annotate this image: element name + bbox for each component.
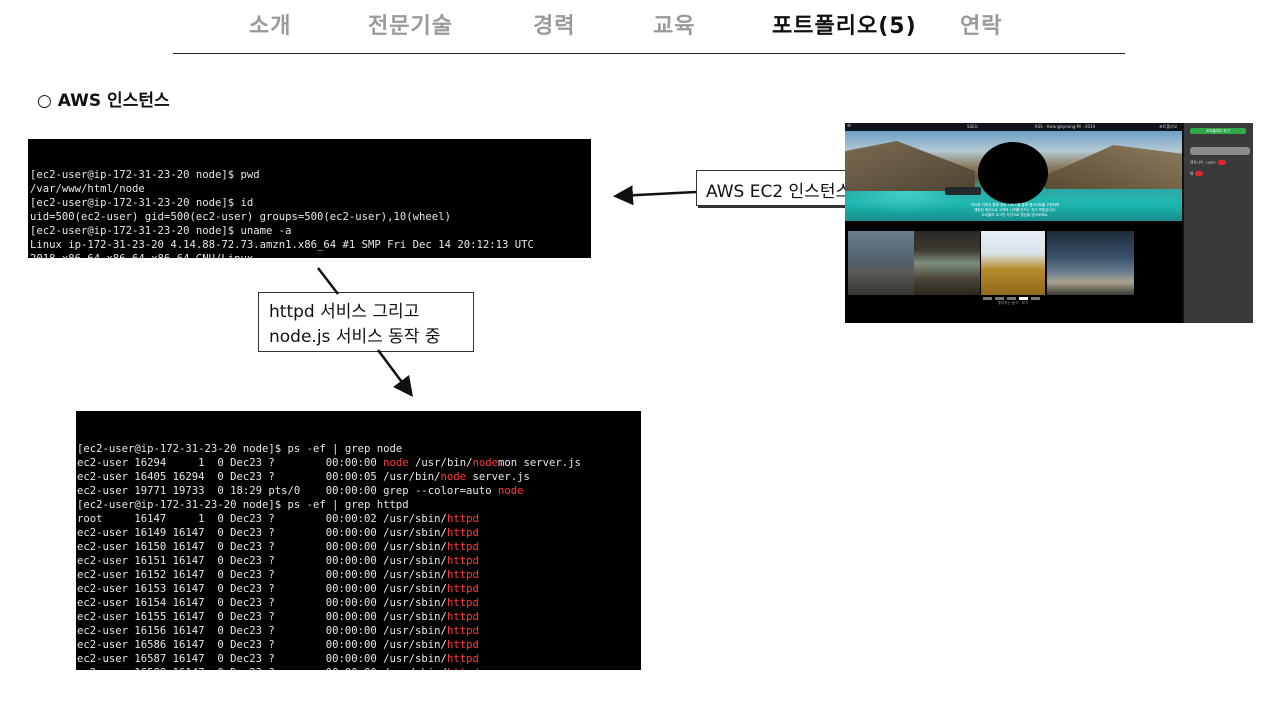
terminal-bottom-line: [ec2-user@ip-172-31-23-20 node]$ ps -ef … — [77, 442, 640, 456]
mini-dot — [1031, 297, 1040, 300]
mini-hero-caption: 하이퍼 이미지 통합 생성 서비스를 통해 웹사이트를 구현하며 제한된 예산으… — [955, 203, 1075, 218]
mini-gallery: 좋아하는 음식 · 보기 — [845, 221, 1182, 323]
terminal-highlight: httpd — [446, 569, 479, 581]
terminal-highlight: node — [383, 457, 409, 469]
terminal-highlight: node — [440, 471, 467, 483]
mini-add-button: 포트폴리오 추가 — [1190, 128, 1246, 134]
mini-badge — [1217, 160, 1226, 165]
mini-mountain-right — [1045, 145, 1182, 189]
terminal-text: ec2-user 16294 1 0 Dec23 ? 00:00:00 — [77, 457, 384, 469]
mini-thumb-3 — [981, 231, 1045, 295]
terminal-bottom-line: ec2-user 16588 16147 0 Dec23 ? 00:00:00 … — [77, 666, 640, 670]
mini-thumb-1 — [848, 231, 914, 295]
terminal-text: root 16147 1 0 Dec23 ? 00:00:02 /usr/sbi… — [77, 513, 447, 525]
terminal-text: /usr/bin/ — [408, 457, 473, 469]
terminal-text: ec2-user 16149 16147 0 Dec23 ? 00:00:00 … — [77, 527, 447, 539]
mini-carousel-dots — [981, 297, 1045, 300]
terminal-bottom-line: ec2-user 16587 16147 0 Dec23 ? 00:00:00 … — [77, 652, 640, 666]
terminal-bottom-line: ec2-user 16150 16147 0 Dec23 ? 00:00:00 … — [77, 540, 640, 554]
mini-boat — [945, 187, 981, 195]
terminal-bottom-lines: [ec2-user@ip-172-31-23-20 node]$ ps -ef … — [76, 439, 641, 670]
terminal-text: [ec2-user@ip-172-31-23-20 node]$ ps -ef … — [77, 499, 409, 511]
terminal-highlight: httpd — [446, 653, 479, 665]
terminal-text: ec2-user 16156 16147 0 Dec23 ? 00:00:00 … — [77, 625, 447, 637]
terminal-text: ec2-user 16155 16147 0 Dec23 ? 00:00:00 … — [77, 611, 447, 623]
mini-side-row-2-text: 앱 — [1190, 171, 1194, 176]
mini-topbar: ≡ SSEU KSS · Hwangbyeong-Pil · 2019 포트폴리… — [845, 123, 1182, 135]
terminal-text: server.js — [466, 471, 530, 483]
mini-badge — [1195, 171, 1204, 176]
mini-thumb-2 — [914, 231, 980, 295]
terminal-bottom-line: ec2-user 16149 16147 0 Dec23 ? 00:00:00 … — [77, 526, 640, 540]
mini-thumb-4 — [1047, 231, 1134, 295]
terminal-bottom: [ec2-user@ip-172-31-23-20 node]$ ps -ef … — [76, 411, 641, 670]
terminal-highlight: httpd — [446, 597, 479, 609]
arrow-line-from-terminal — [317, 267, 339, 295]
mini-dot — [1019, 297, 1028, 300]
terminal-highlight: httpd — [446, 555, 479, 567]
terminal-highlight: httpd — [446, 639, 479, 651]
terminal-bottom-line: ec2-user 16154 16147 0 Dec23 ? 00:00:00 … — [77, 596, 640, 610]
terminal-bottom-line: ec2-user 16156 16147 0 Dec23 ? 00:00:00 … — [77, 624, 640, 638]
terminal-bottom-line: ec2-user 16155 16147 0 Dec23 ? 00:00:00 … — [77, 610, 640, 624]
terminal-bottom-line: [ec2-user@ip-172-31-23-20 node]$ ps -ef … — [77, 498, 640, 512]
terminal-text: ec2-user 16151 16147 0 Dec23 ? 00:00:00 … — [77, 555, 447, 567]
terminal-bottom-line: ec2-user 16294 1 0 Dec23 ? 00:00:00 node… — [77, 456, 640, 470]
mini-mountain-left — [845, 141, 975, 191]
mini-sidebar: 포트폴리오 추가 엔지니어 · Login 앱 — [1182, 123, 1253, 323]
terminal-highlight: httpd — [446, 513, 479, 525]
mini-dot — [983, 297, 992, 300]
arrow-to-terminal-bottom — [376, 349, 413, 398]
terminal-text: ec2-user 19771 19733 0 18:29 pts/0 00:00… — [77, 485, 498, 497]
terminal-text: ec2-user 16152 16147 0 Dec23 ? 00:00:00 … — [77, 569, 447, 581]
terminal-text: ec2-user 16586 16147 0 Dec23 ? 00:00:00 … — [77, 639, 447, 651]
terminal-bottom-line: ec2-user 16151 16147 0 Dec23 ? 00:00:00 … — [77, 554, 640, 568]
terminal-highlight: httpd — [446, 541, 479, 553]
terminal-text: ec2-user 16587 16147 0 Dec23 ? 00:00:00 … — [77, 653, 447, 665]
terminal-bottom-line: root 16147 1 0 Dec23 ? 00:00:02 /usr/sbi… — [77, 512, 640, 526]
terminal-highlight: node — [497, 485, 524, 497]
mini-topbar-left: SSEU — [967, 124, 978, 129]
terminal-bottom-line: ec2-user 16152 16147 0 Dec23 ? 00:00:00 … — [77, 568, 640, 582]
mini-menu-icon: ≡ — [847, 123, 852, 129]
terminal-highlight: httpd — [446, 625, 479, 637]
terminal-text: ec2-user 16405 16294 0 Dec23 ? 00:00:05 … — [77, 471, 441, 483]
terminal-highlight: node — [472, 457, 498, 469]
website-screenshot: ≡ SSEU KSS · Hwangbyeong-Pil · 2019 포트폴리… — [845, 123, 1253, 323]
terminal-bottom-line: ec2-user 16405 16294 0 Dec23 ? 00:00:05 … — [77, 470, 640, 484]
terminal-text: [ec2-user@ip-172-31-23-20 node]$ ps -ef … — [77, 443, 403, 455]
terminal-text: ec2-user 16150 16147 0 Dec23 ? 00:00:00 … — [77, 541, 447, 553]
terminal-text: ec2-user 16588 16147 0 Dec23 ? 00:00:00 … — [77, 667, 447, 670]
mini-dot — [995, 297, 1004, 300]
terminal-text: ec2-user 16154 16147 0 Dec23 ? 00:00:00 … — [77, 597, 447, 609]
mini-side-row-1-text: 엔지니어 · Login — [1190, 160, 1216, 165]
mini-side-row-1: 엔지니어 · Login — [1190, 160, 1226, 166]
terminal-highlight: httpd — [446, 527, 479, 539]
terminal-bottom-line: ec2-user 16153 16147 0 Dec23 ? 00:00:00 … — [77, 582, 640, 596]
arrow-to-terminal-top — [613, 185, 697, 206]
mini-side-row-2: 앱 — [1190, 171, 1204, 177]
terminal-bottom-line: ec2-user 19771 19733 0 18:29 pts/0 00:00… — [77, 484, 640, 498]
terminal-bottom-line: ec2-user 16586 16147 0 Dec23 ? 00:00:00 … — [77, 638, 640, 652]
mini-dot — [1007, 297, 1016, 300]
mini-search-input — [1190, 147, 1250, 155]
terminal-highlight: httpd — [446, 611, 479, 623]
terminal-highlight: httpd — [446, 583, 479, 595]
terminal-text: ec2-user 16153 16147 0 Dec23 ? 00:00:00 … — [77, 583, 447, 595]
mini-caption-line: 우리들의 조그만 사진으로 영감을 얻어보세요. — [981, 213, 1049, 217]
mini-gallery-label: 좋아하는 음식 · 보기 — [997, 301, 1029, 305]
terminal-text: mon server.js — [497, 457, 581, 469]
mini-hero-image: 하이퍼 이미지 통합 생성 서비스를 통해 웹사이트를 구현하며 제한된 예산으… — [845, 131, 1182, 221]
mini-topbar-center: KSS · Hwangbyeong-Pil · 2019 — [1035, 124, 1096, 129]
terminal-highlight: httpd — [447, 667, 479, 670]
mini-black-circle — [978, 142, 1048, 204]
